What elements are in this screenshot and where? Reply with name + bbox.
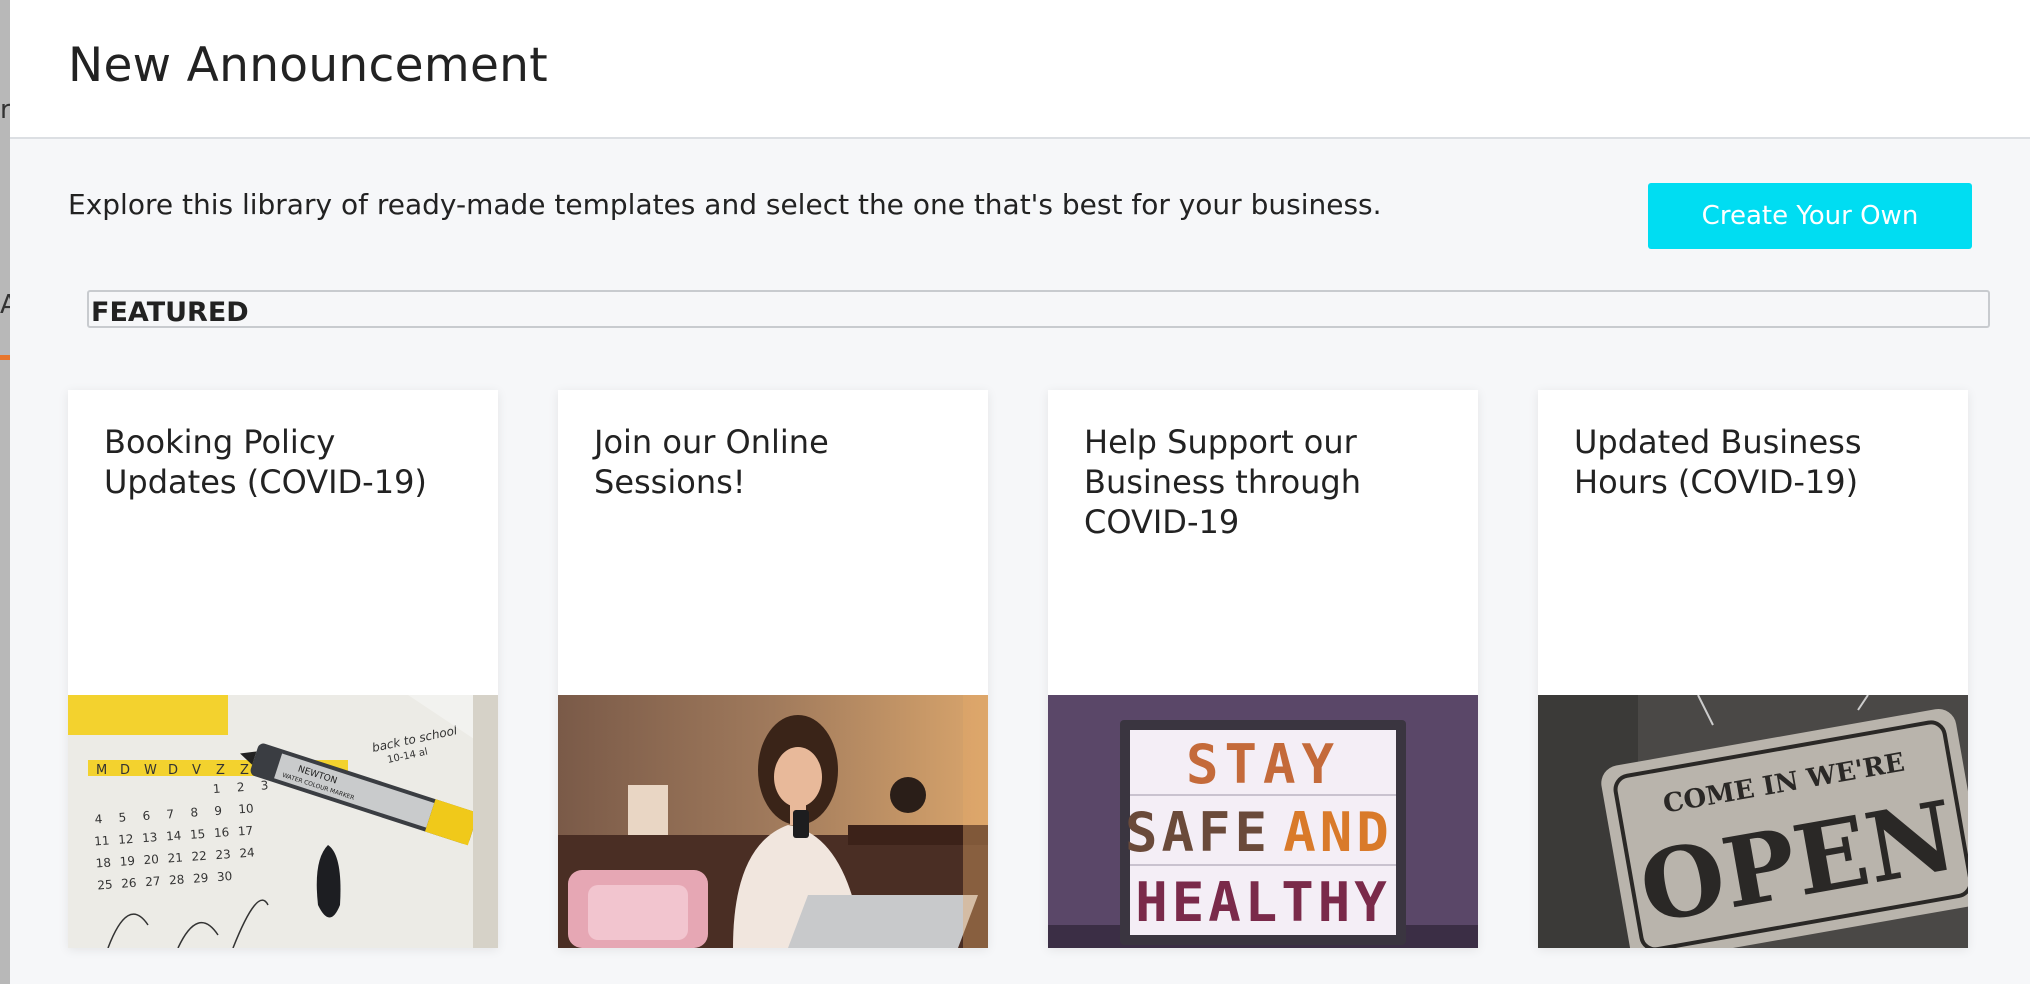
- svg-text:14: 14: [166, 828, 182, 843]
- svg-text:20: 20: [143, 852, 159, 867]
- woman-with-phone-image: [558, 695, 988, 948]
- svg-text:M: M: [96, 763, 107, 778]
- template-card-booking-policy[interactable]: Booking Policy Updates (COVID-19) M D W …: [68, 390, 498, 948]
- svg-text:19: 19: [119, 854, 135, 869]
- svg-text:7: 7: [166, 807, 175, 821]
- template-card-support-business[interactable]: Help Support our Business through COVID-…: [1048, 390, 1478, 948]
- backdrop-accent-bar: [0, 355, 10, 360]
- svg-text:D: D: [120, 763, 130, 778]
- create-your-own-button[interactable]: Create Your Own: [1648, 183, 1972, 249]
- svg-text:18: 18: [95, 855, 111, 870]
- svg-text:W: W: [144, 763, 157, 778]
- modal-header: New Announcement: [10, 0, 2030, 139]
- svg-text:23: 23: [215, 847, 231, 862]
- svg-text:25: 25: [97, 877, 113, 892]
- svg-text:30: 30: [217, 869, 233, 884]
- featured-label: FEATURED: [91, 296, 249, 328]
- card-title: Join our Online Sessions!: [594, 423, 829, 501]
- template-card-business-hours[interactable]: Updated Business Hours (COVID-19) COME I…: [1538, 390, 1968, 948]
- svg-text:16: 16: [213, 825, 229, 840]
- intro-text: Explore this library of ready-made templ…: [68, 188, 1382, 221]
- svg-text:29: 29: [193, 871, 209, 886]
- svg-text:10: 10: [238, 801, 254, 816]
- svg-text:4: 4: [94, 812, 103, 826]
- svg-text:HEALTHY: HEALTHY: [1135, 871, 1391, 934]
- svg-text:8: 8: [190, 805, 199, 819]
- card-title: Booking Policy Updates (COVID-19): [104, 423, 427, 501]
- card-title: Updated Business Hours (COVID-19): [1574, 423, 1862, 501]
- svg-text:26: 26: [121, 876, 137, 891]
- svg-text:27: 27: [145, 874, 161, 889]
- svg-text:13: 13: [142, 830, 158, 845]
- template-cards: Booking Policy Updates (COVID-19) M D W …: [68, 390, 1988, 950]
- background-page-edge: r A: [0, 0, 18, 984]
- svg-text:17: 17: [237, 823, 253, 838]
- svg-text:Z: Z: [240, 763, 249, 778]
- svg-text:21: 21: [167, 850, 183, 865]
- calendar-marker-image: M D W D V Z Z 1 2 3 4 5 6 7 8 9 10 11 12…: [68, 695, 498, 948]
- svg-text:Z: Z: [216, 763, 225, 778]
- modal-title: New Announcement: [68, 38, 548, 93]
- svg-text:V: V: [192, 763, 201, 778]
- featured-section-tab[interactable]: FEATURED: [87, 290, 1990, 328]
- new-announcement-modal: New Announcement Explore this library of…: [10, 0, 2030, 984]
- svg-text:9: 9: [214, 804, 223, 818]
- template-card-online-sessions[interactable]: Join our Online Sessions!: [558, 390, 988, 948]
- svg-text:24: 24: [239, 845, 255, 860]
- svg-text:11: 11: [94, 834, 110, 849]
- svg-text:5: 5: [118, 810, 127, 824]
- svg-text:D: D: [168, 763, 178, 778]
- svg-text:SAFE: SAFE: [1125, 801, 1271, 864]
- lightbox-sign-image: STAY SAFE AND HEALTHY: [1048, 695, 1478, 948]
- svg-text:STAY: STAY: [1186, 733, 1340, 796]
- open-sign-image: COME IN WE'RE OPEN: [1538, 695, 1968, 948]
- card-title: Help Support our Business through COVID-…: [1084, 423, 1362, 541]
- svg-text:AND: AND: [1283, 801, 1393, 864]
- svg-text:15: 15: [190, 827, 206, 842]
- svg-text:12: 12: [118, 832, 134, 847]
- svg-text:2: 2: [236, 780, 245, 794]
- svg-text:1: 1: [212, 782, 221, 796]
- svg-text:3: 3: [260, 778, 269, 792]
- svg-text:22: 22: [191, 849, 207, 864]
- svg-text:28: 28: [169, 872, 185, 887]
- svg-text:6: 6: [142, 809, 151, 823]
